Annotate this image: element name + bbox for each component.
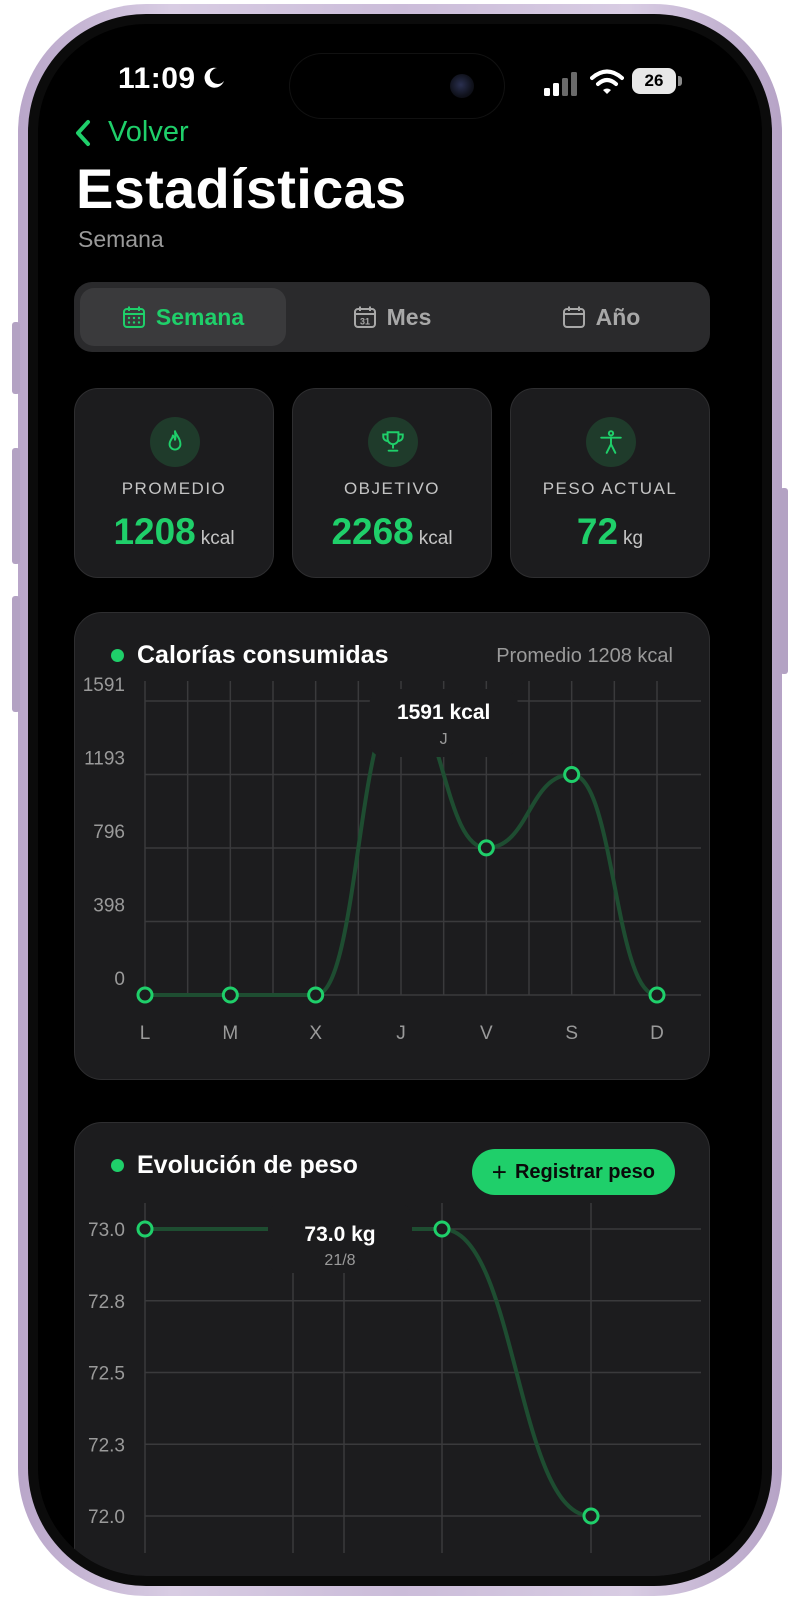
period-segmented-control: Semana 31 Mes Año bbox=[74, 282, 710, 352]
volume-down-button bbox=[12, 596, 20, 712]
weight-data-point bbox=[582, 1507, 600, 1525]
power-button bbox=[780, 488, 788, 674]
y-tick-label: 72.3 bbox=[88, 1435, 125, 1456]
status-time: 11:09 bbox=[118, 62, 196, 95]
y-tick-label: 72.0 bbox=[88, 1507, 125, 1528]
trophy-icon bbox=[368, 417, 418, 467]
segment-label: Año bbox=[595, 303, 641, 330]
camera-icon bbox=[450, 74, 474, 98]
calories-card: Calorías consumidas Promedio 1208 kcal 1… bbox=[74, 612, 710, 1080]
calories-data-point bbox=[648, 986, 666, 1004]
back-label: Volver bbox=[108, 116, 189, 148]
stat-unit: kcal bbox=[200, 528, 235, 549]
tooltip-label: J bbox=[440, 731, 448, 748]
calories-chart[interactable]: 1591 1193 796 398 0 L M X J V S D 1591 kcal J bbox=[75, 613, 710, 1080]
cellular-signal-icon bbox=[544, 72, 577, 96]
calories-data-point bbox=[477, 839, 495, 857]
calories-data-point bbox=[221, 986, 239, 1004]
calories-data-point bbox=[136, 986, 154, 1004]
stat-label: PESO ACTUAL bbox=[542, 479, 678, 498]
y-tick-label: 72.8 bbox=[88, 1292, 125, 1313]
calories-data-point bbox=[307, 986, 325, 1004]
back-button[interactable]: Volver bbox=[72, 116, 189, 149]
screen: 11:09 26 Volver Estadísticas Semana Sema… bbox=[38, 24, 762, 1576]
stat-number: 1208 bbox=[113, 511, 196, 552]
moon-icon bbox=[204, 67, 224, 88]
x-tick-label: S bbox=[565, 1023, 578, 1044]
wifi-icon bbox=[590, 69, 624, 94]
calendar-grid-icon bbox=[122, 306, 145, 328]
tooltip-label: 21/8 bbox=[324, 1252, 355, 1269]
x-tick-label: M bbox=[222, 1023, 238, 1044]
weight-data-point bbox=[433, 1220, 451, 1238]
stat-card-promedio: PROMEDIO 1208 kcal bbox=[74, 388, 274, 578]
calories-data-point bbox=[563, 766, 581, 784]
page-subtitle: Semana bbox=[78, 226, 164, 252]
y-tick-label: 796 bbox=[93, 822, 125, 843]
stat-value: 72 kg bbox=[511, 511, 709, 553]
weight-data-point bbox=[136, 1220, 154, 1238]
chevron-left-icon bbox=[76, 119, 90, 146]
x-tick-label: D bbox=[650, 1023, 664, 1044]
x-tick-label: X bbox=[309, 1023, 322, 1044]
weight-chart[interactable]: 73.0 72.8 72.5 72.3 72.0 73.0 kg 21/8 bbox=[75, 1123, 710, 1576]
weight-card: Evolución de peso + Registrar peso 73.0 7… bbox=[74, 1122, 710, 1576]
stat-number: 72 bbox=[576, 511, 619, 552]
stat-label: PROMEDIO bbox=[121, 479, 227, 498]
stat-label: OBJETIVO bbox=[343, 479, 441, 498]
segment-ano[interactable]: Año bbox=[498, 288, 704, 346]
y-tick-label: 0 bbox=[114, 969, 125, 990]
action-button bbox=[12, 322, 20, 394]
person-icon bbox=[586, 417, 636, 467]
stat-unit: kcal bbox=[418, 528, 453, 549]
calendar-icon bbox=[562, 306, 585, 328]
battery-tip bbox=[678, 76, 682, 86]
y-tick-label: 1193 bbox=[84, 749, 125, 770]
stat-value: 2268 kcal bbox=[293, 511, 491, 553]
x-tick-label: L bbox=[140, 1023, 151, 1044]
weight-tooltip: 73.0 kg 21/8 bbox=[268, 1203, 412, 1273]
calendar-31-icon: 31 bbox=[353, 306, 376, 328]
tooltip-value: 73.0 kg bbox=[304, 1223, 375, 1246]
tooltip-value: 1591 kcal bbox=[397, 701, 490, 724]
volume-up-button bbox=[12, 448, 20, 564]
segment-semana[interactable]: Semana bbox=[80, 288, 286, 346]
y-tick-label: 73.0 bbox=[88, 1220, 125, 1241]
segment-label: Mes bbox=[386, 303, 432, 330]
stat-card-objetivo: OBJETIVO 2268 kcal bbox=[292, 388, 492, 578]
flame-icon bbox=[150, 417, 200, 467]
segment-mes[interactable]: 31 Mes bbox=[292, 288, 492, 346]
y-tick-label: 72.5 bbox=[88, 1364, 125, 1385]
battery-level: 26 bbox=[632, 68, 676, 94]
svg-text:31: 31 bbox=[360, 317, 370, 327]
stat-value: 1208 kcal bbox=[75, 511, 273, 553]
page-title: Estadísticas bbox=[76, 157, 407, 220]
segment-label: Semana bbox=[155, 303, 245, 330]
stat-number: 2268 bbox=[331, 511, 414, 552]
stat-unit: kg bbox=[623, 528, 644, 549]
calories-tooltip: 1591 kcal J bbox=[369, 689, 518, 757]
battery-icon: 26 bbox=[632, 68, 682, 94]
stat-card-peso-actual: PESO ACTUAL 72 kg bbox=[510, 388, 710, 578]
y-tick-label: 1591 bbox=[83, 675, 125, 696]
y-tick-label: 398 bbox=[93, 896, 125, 917]
x-tick-label: J bbox=[396, 1023, 406, 1044]
x-tick-label: V bbox=[480, 1023, 493, 1044]
